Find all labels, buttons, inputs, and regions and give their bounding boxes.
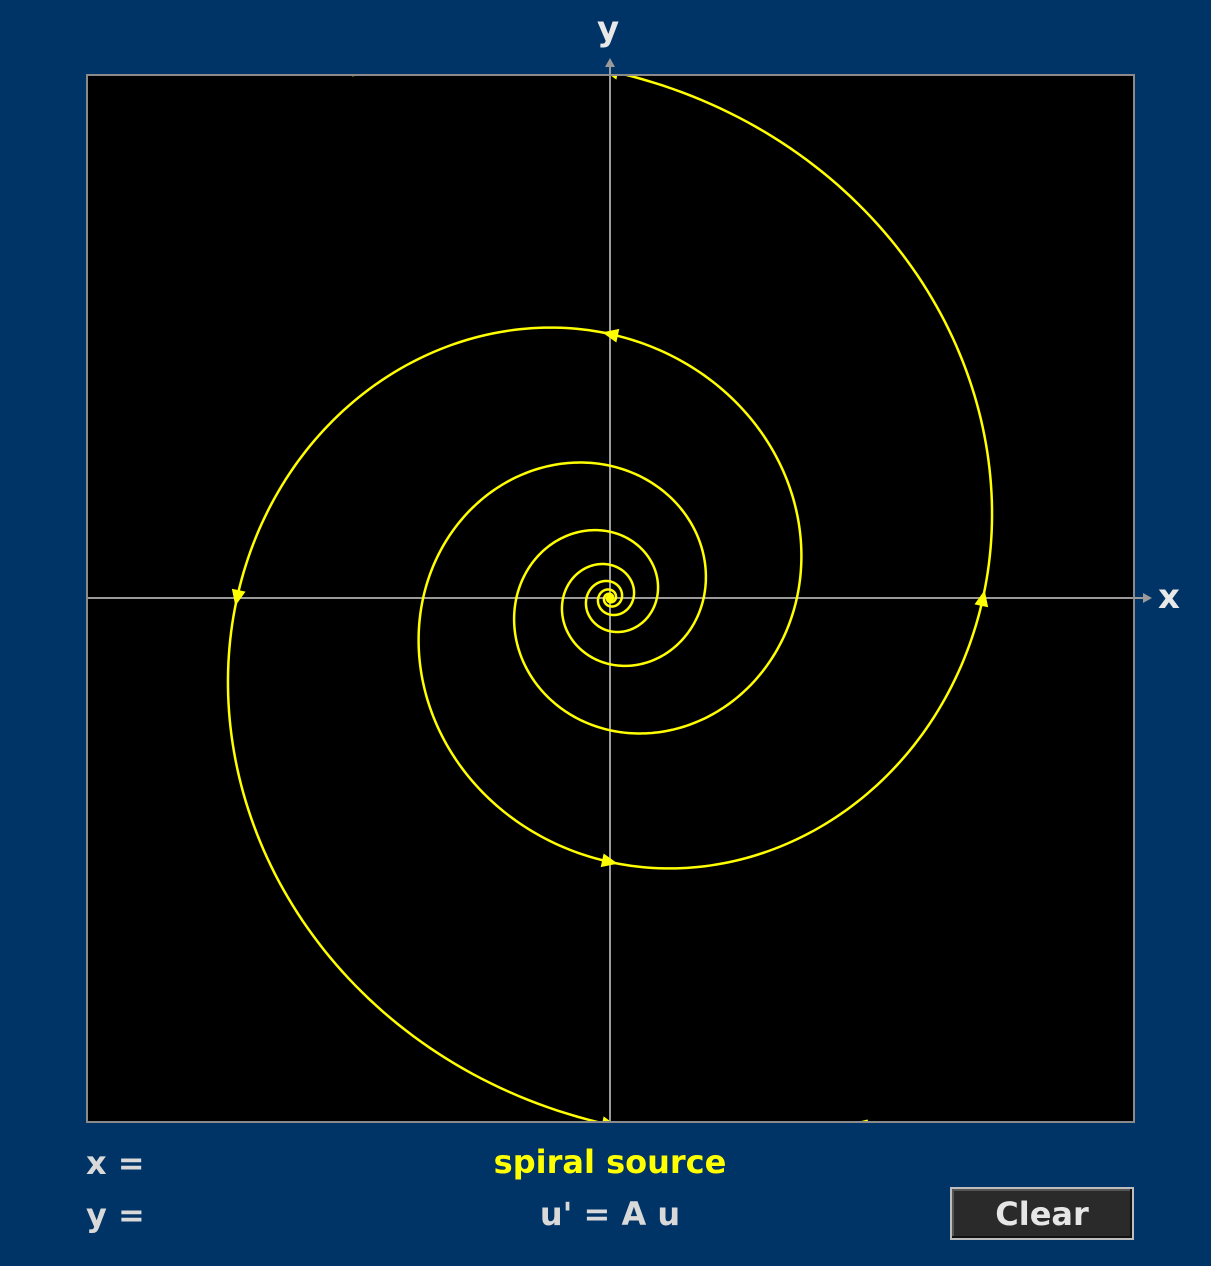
y-axis-arrow-icon [605,58,615,67]
x-axis-arrow-icon [1143,593,1152,603]
phase-plane-app: y x x = y = spiral source u' = A u Clear [0,0,1211,1266]
system-type-label: spiral source [493,1143,727,1181]
phase-plane-plot[interactable] [0,0,1211,1266]
y-coordinate-readout: y = [86,1196,145,1234]
equation-label: u' = A u [539,1195,681,1233]
x-axis-label: x [1158,577,1180,617]
x-coordinate-readout: x = [86,1144,145,1182]
y-axis-label: y [597,9,620,49]
clear-button[interactable]: Clear [950,1187,1134,1240]
